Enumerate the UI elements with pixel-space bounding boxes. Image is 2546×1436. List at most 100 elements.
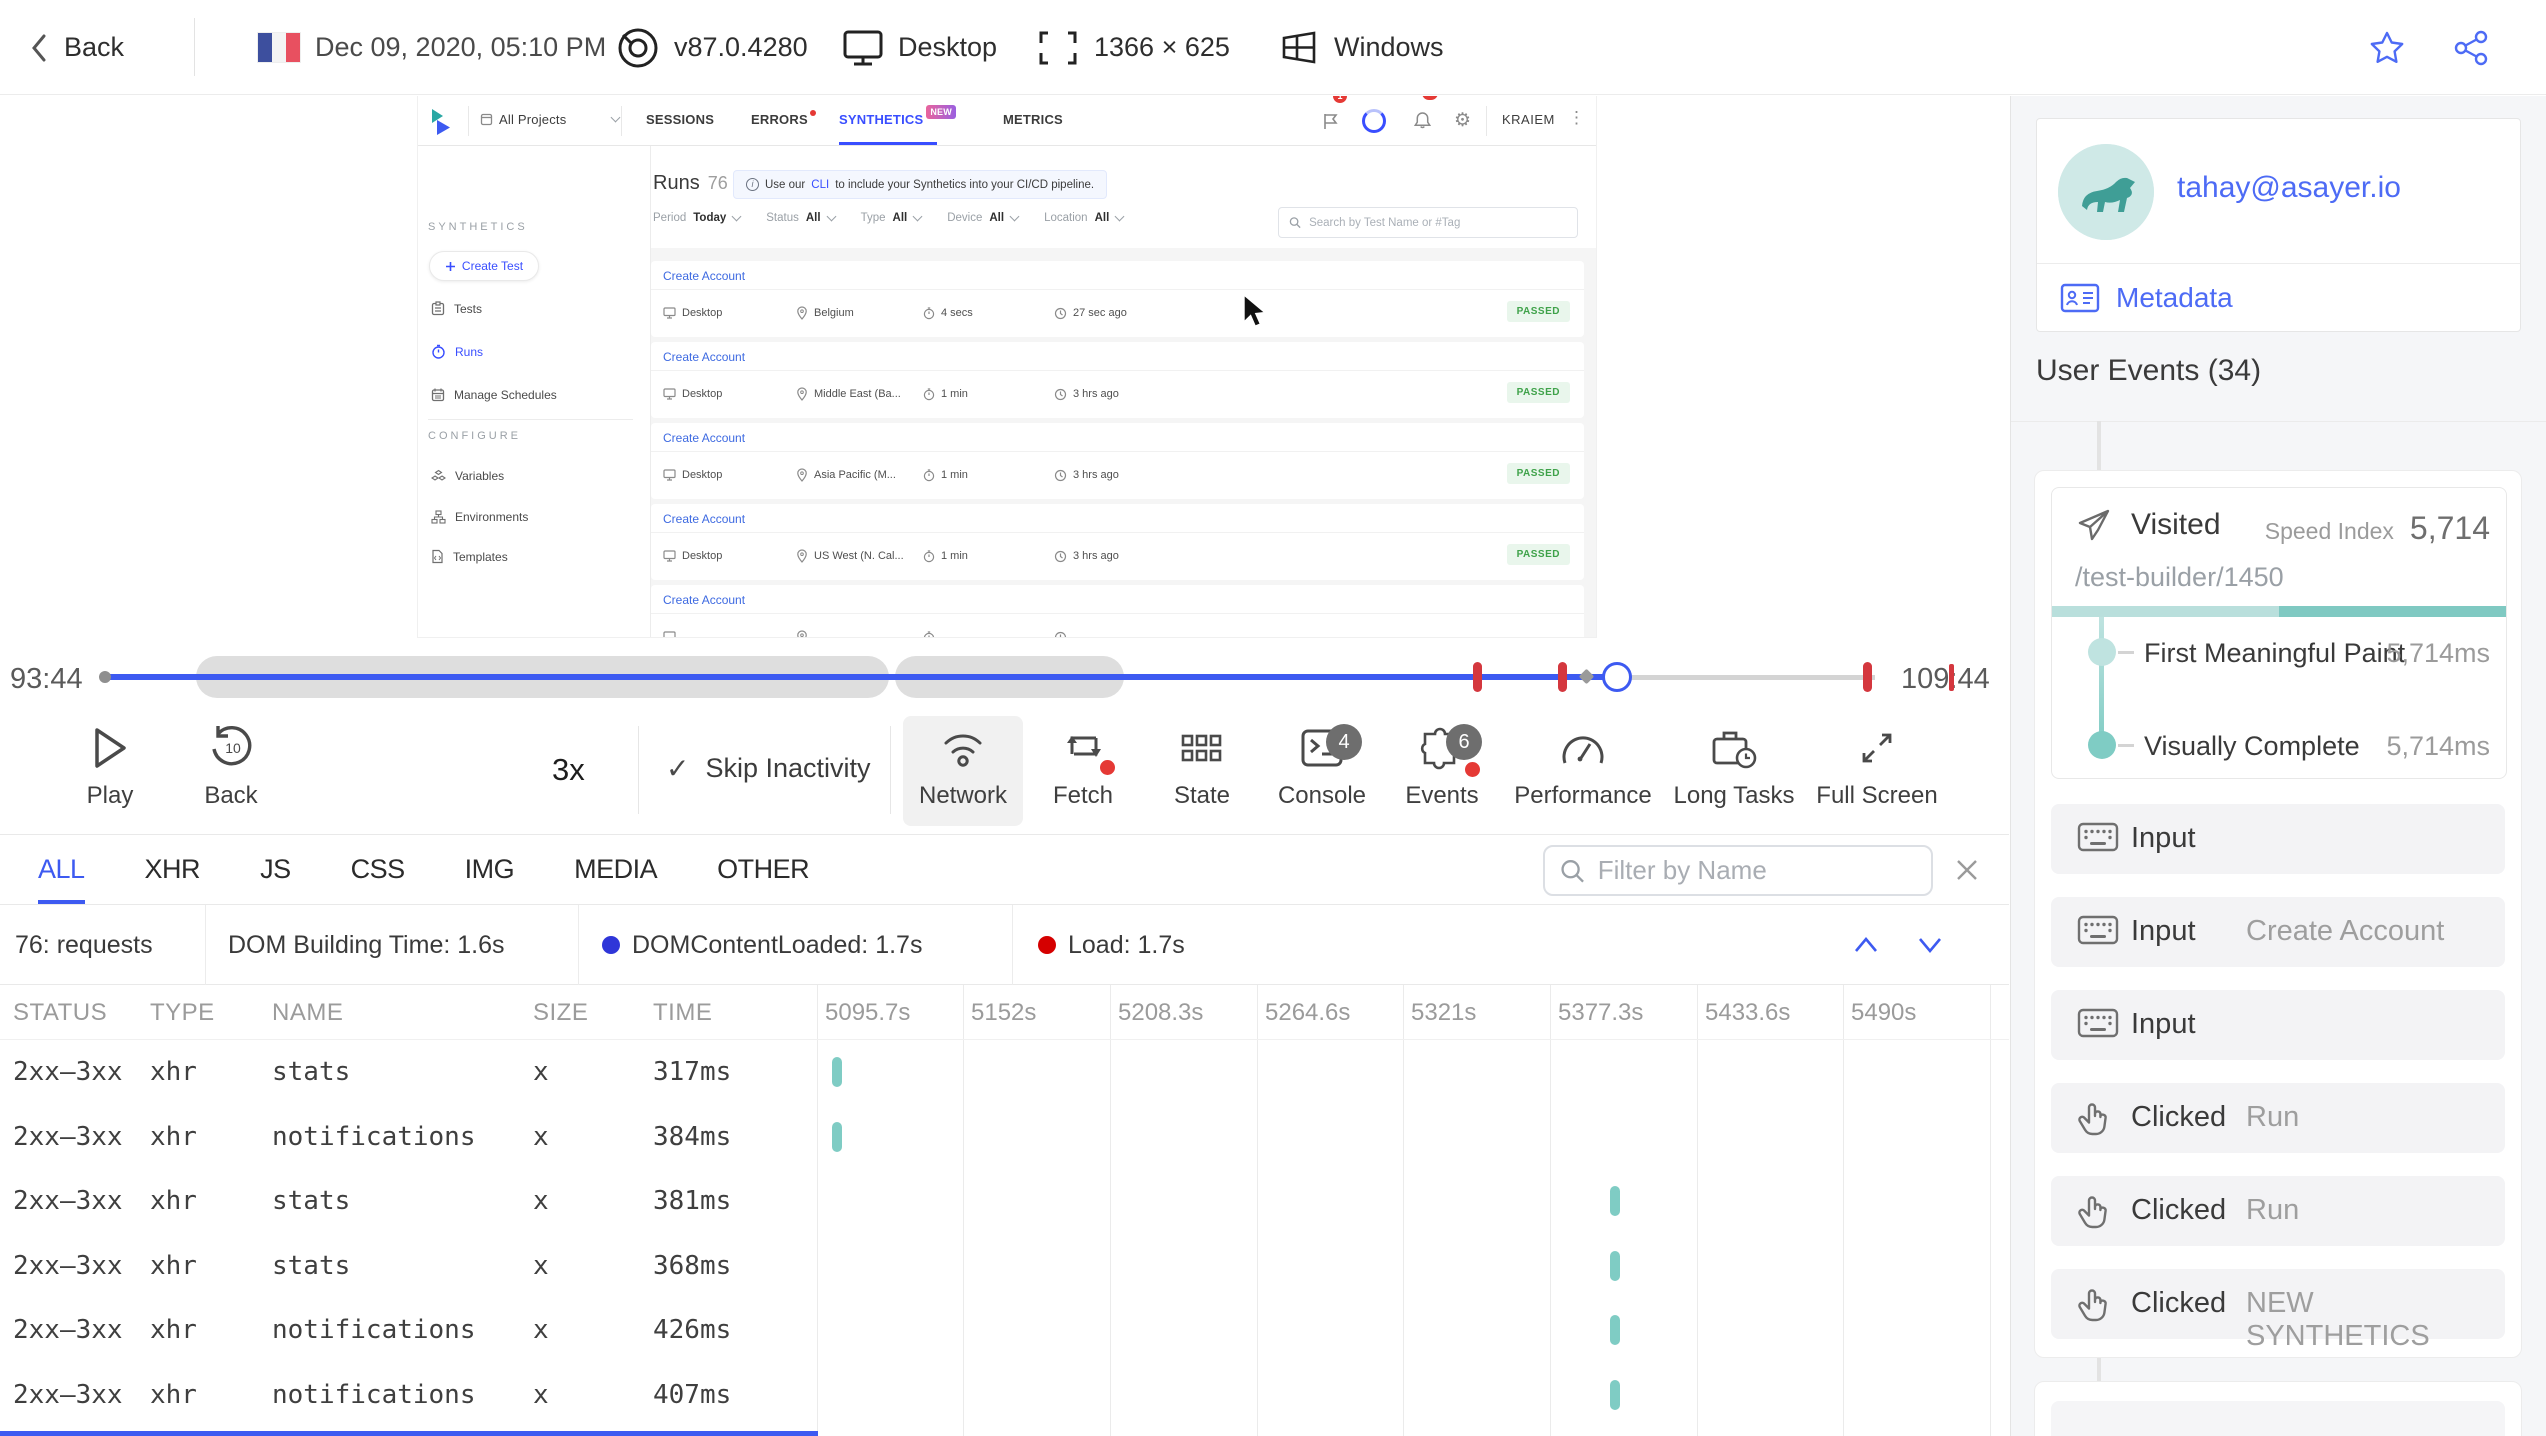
- user-events-title: User Events (34): [2036, 354, 2261, 388]
- grid-icon: [1179, 724, 1225, 772]
- file-code-icon: [431, 549, 444, 564]
- run-card: Create Account Desktop Middle East (Ba..…: [651, 342, 1584, 418]
- create-test-button: Create Test: [429, 251, 539, 281]
- device-type: Desktop: [842, 0, 997, 95]
- time-tick-label: 5321s: [1411, 999, 1476, 1027]
- calendar-icon: [431, 387, 445, 402]
- event-target: Run: [2246, 1101, 2299, 1134]
- filter-input[interactable]: [1598, 855, 1917, 886]
- chevron-down-icon: [1115, 211, 1125, 221]
- monitor-icon: [663, 469, 676, 481]
- event-target: Create Account: [2246, 915, 2444, 948]
- event-type-icon: [2077, 822, 2119, 852]
- request-row[interactable]: 2xx–3xx xhr notifications x 426ms: [0, 1298, 2009, 1363]
- current-time: 93:44: [10, 663, 83, 696]
- run-location: Asia Pacific (M...: [796, 451, 896, 499]
- resource-tab[interactable]: OTHER: [717, 835, 809, 904]
- filter-dropdown: Type All: [861, 212, 922, 224]
- event-action: Clicked: [2131, 1101, 2226, 1134]
- run-title-link: Create Account: [663, 350, 745, 364]
- metadata-button[interactable]: Metadata: [2060, 282, 2233, 314]
- performance-panel-button[interactable]: Performance: [1498, 724, 1668, 810]
- fullscreen-button[interactable]: Full Screen: [1792, 724, 1962, 810]
- request-time: 426ms: [653, 1315, 731, 1345]
- event-target: Run: [2246, 1194, 2299, 1227]
- request-row[interactable]: 2xx–3xx xhr notifications x 407ms: [0, 1363, 2009, 1428]
- waterfall-bar: [832, 1122, 842, 1152]
- share-button[interactable]: [2452, 0, 2490, 95]
- request-status: 2xx–3xx: [13, 1380, 123, 1410]
- run-time-ago: [1054, 613, 1073, 637]
- visited-event-card[interactable]: Visited Speed Index 5,714 /test-builder/…: [2051, 487, 2507, 779]
- request-row[interactable]: 2xx–3xx xhr notifications x 384ms: [0, 1105, 2009, 1170]
- navigate-icon: [2074, 505, 2114, 545]
- location-pin-icon: [796, 630, 808, 637]
- state-panel-button[interactable]: State: [1142, 724, 1262, 810]
- user-event-item[interactable]: Input: [2051, 990, 2505, 1060]
- country-flag-icon: [258, 0, 300, 95]
- run-location: [796, 613, 814, 637]
- runs-count: 76: [708, 173, 728, 193]
- request-size: x: [533, 1251, 549, 1281]
- request-time: 317ms: [653, 1057, 731, 1087]
- request-row[interactable]: 2xx–3xx xhr stats x 368ms: [0, 1234, 2009, 1299]
- divider: [194, 18, 195, 76]
- console-panel-button[interactable]: Console 4: [1262, 724, 1382, 810]
- resource-tab[interactable]: XHR: [145, 835, 201, 904]
- skip-inactivity-toggle[interactable]: ✓ Skip Inactivity: [666, 752, 871, 785]
- loading-spinner-icon: [1362, 109, 1386, 133]
- run-card: Create Account: [651, 585, 1584, 637]
- resource-tab[interactable]: JS: [260, 835, 291, 904]
- run-card: Create Account Desktop Asia Pacific (M..…: [651, 423, 1584, 499]
- user-event-item[interactable]: Clicked Run: [2051, 1083, 2505, 1153]
- replay-screen[interactable]: All Projects SESSIONS ERRORS SYNTHETICSN…: [417, 96, 1597, 638]
- events-panel-button[interactable]: Events 6: [1382, 724, 1502, 810]
- network-panel-button[interactable]: Network: [903, 716, 1023, 826]
- user-event-item[interactable]: Clicked Run: [2051, 1176, 2505, 1246]
- user-event-item[interactable]: Input Create Account: [2051, 897, 2505, 967]
- jump-previous-button[interactable]: [1848, 929, 1884, 961]
- console-count-badge: 4: [1326, 724, 1362, 760]
- playhead-handle[interactable]: [1602, 662, 1632, 692]
- frame-brackets-icon: [1036, 29, 1080, 67]
- event-connector: [2097, 421, 2101, 470]
- paint-progress-bar: [2052, 606, 2506, 617]
- replayed-app-sidebar: SYNTHETICS Create Test Tests Runs Manage…: [418, 146, 651, 637]
- filter-dropdown: Device All: [947, 212, 1018, 224]
- stopwatch-icon: [923, 307, 935, 320]
- fetch-panel-button[interactable]: Fetch: [1023, 724, 1143, 810]
- clipboard-icon: [431, 301, 445, 316]
- search-input: [1309, 217, 1567, 229]
- back-10-button[interactable]: 10 Back: [191, 724, 271, 810]
- run-location: Belgium: [796, 289, 854, 337]
- resource-tab[interactable]: ALL: [38, 835, 85, 904]
- events-count-badge: 6: [1446, 724, 1482, 760]
- close-panel-button[interactable]: [1952, 855, 1982, 885]
- request-time: 381ms: [653, 1186, 731, 1216]
- seek-track[interactable]: [99, 648, 1889, 706]
- openreplay-logo: [428, 107, 454, 137]
- resource-tab[interactable]: CSS: [351, 835, 405, 904]
- request-size: x: [533, 1315, 549, 1345]
- speed-toggle[interactable]: 3x: [552, 752, 585, 788]
- back-button[interactable]: Back: [28, 0, 124, 95]
- resource-tab[interactable]: MEDIA: [574, 835, 657, 904]
- user-email-link[interactable]: tahay@asayer.io: [2177, 171, 2401, 205]
- replayed-nav-errors: ERRORS: [751, 96, 814, 143]
- id-card-icon: [2060, 283, 2100, 313]
- play-button[interactable]: Play: [70, 724, 150, 810]
- favorite-star-button[interactable]: [2368, 0, 2406, 95]
- status-badge: PASSED: [1507, 382, 1570, 403]
- jump-next-button[interactable]: [1912, 929, 1948, 961]
- user-event-item[interactable]: Input: [2051, 804, 2505, 874]
- sidebar-section-configure: CONFIGURE: [428, 430, 521, 442]
- test-search-box: [1278, 207, 1578, 238]
- run-title-link: Create Account: [663, 269, 745, 283]
- waterfall-bar: [1610, 1380, 1620, 1410]
- load-dot: [1038, 936, 1056, 954]
- dom-content-loaded: DOMContentLoaded: 1.7s: [602, 905, 922, 985]
- user-event-item[interactable]: Clicked NEW SYNTHETICS: [2051, 1269, 2505, 1339]
- resource-tab[interactable]: IMG: [465, 835, 515, 904]
- request-row[interactable]: 2xx–3xx xhr stats x 317ms: [0, 1040, 2009, 1105]
- request-row[interactable]: 2xx–3xx xhr stats x 381ms: [0, 1169, 2009, 1234]
